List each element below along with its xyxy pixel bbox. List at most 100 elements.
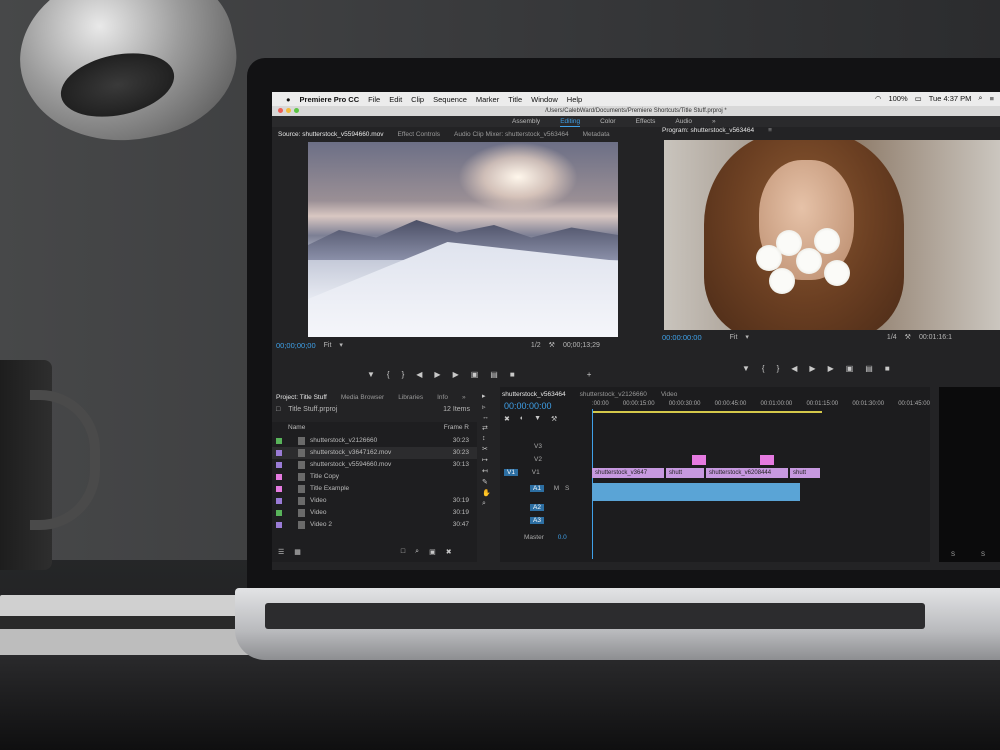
menu-file[interactable]: File: [368, 95, 380, 104]
program-timecode[interactable]: 00:00:00:00: [662, 333, 702, 342]
menu-icon[interactable]: ≡: [768, 127, 772, 134]
trash-icon[interactable]: ✖: [446, 548, 452, 556]
tab-info[interactable]: Info: [437, 394, 448, 401]
title-clip[interactable]: [692, 455, 706, 465]
column-frame-rate[interactable]: Frame R: [444, 422, 469, 434]
step-back-icon[interactable]: ◀: [416, 370, 422, 379]
tab-effect-controls[interactable]: Effect Controls: [398, 131, 441, 138]
program-resolution-select[interactable]: 1/4: [887, 334, 897, 341]
master-track[interactable]: Master 0.0: [500, 532, 614, 544]
app-menu[interactable]: Premiere Pro CC: [300, 95, 360, 104]
program-fit-select[interactable]: Fit: [730, 334, 738, 341]
chevron-down-icon[interactable]: ▾: [745, 333, 749, 341]
slide-tool-icon[interactable]: ↤: [482, 467, 491, 475]
tab-sequence-3[interactable]: Video: [661, 391, 678, 398]
mark-out-icon[interactable]: {: [762, 364, 765, 373]
solo-button[interactable]: S: [565, 485, 569, 492]
wrench-icon[interactable]: ⚒: [549, 341, 555, 349]
list-item[interactable]: Video 30:19: [272, 495, 477, 507]
export-frame-icon[interactable]: ■: [510, 370, 515, 379]
work-area-bar[interactable]: [592, 411, 822, 413]
workspace-assembly[interactable]: Assembly: [512, 116, 540, 127]
title-clip[interactable]: [760, 455, 774, 465]
menu-sequence[interactable]: Sequence: [433, 95, 467, 104]
mark-in-icon[interactable]: ▼: [367, 370, 375, 379]
track-v2[interactable]: V2: [500, 454, 624, 466]
export-frame-icon[interactable]: ■: [885, 364, 890, 373]
snap-icon[interactable]: ✖: [504, 415, 510, 423]
go-to-in-icon[interactable]: }: [402, 370, 405, 379]
tab-libraries[interactable]: Libraries: [398, 394, 423, 401]
menu-help[interactable]: Help: [567, 95, 582, 104]
menu-clip[interactable]: Clip: [411, 95, 424, 104]
mute-button[interactable]: M: [554, 485, 559, 492]
add-button-icon[interactable]: +: [587, 370, 592, 379]
meter-solo-left[interactable]: S: [951, 552, 955, 558]
apple-icon[interactable]: ●: [286, 95, 291, 104]
search-icon[interactable]: ⌕: [978, 93, 982, 103]
razor-tool-icon[interactable]: ✂: [482, 445, 491, 453]
slip-tool-icon[interactable]: ↦: [482, 456, 491, 464]
list-icon[interactable]: ≡: [990, 94, 994, 103]
step-forward-icon[interactable]: ▶: [828, 364, 834, 373]
chevron-down-icon[interactable]: ▾: [339, 341, 343, 349]
workspace-editing[interactable]: Editing: [560, 116, 581, 127]
clock[interactable]: Tue 4:37 PM: [929, 94, 972, 103]
list-item[interactable]: Video 2 30:47: [272, 519, 477, 531]
search-icon[interactable]: ⌕: [415, 548, 419, 556]
tab-source[interactable]: Source: shutterstock_v5594660.mov: [278, 131, 384, 138]
source-timecode-in[interactable]: 00;00;00;00: [276, 341, 316, 350]
list-item[interactable]: Title Copy: [272, 471, 477, 483]
step-forward-icon[interactable]: ▶: [453, 370, 459, 379]
tab-sequence-2[interactable]: shutterstock_v2126660: [580, 391, 647, 398]
icon-view-icon[interactable]: ▦: [294, 548, 301, 556]
video-clip[interactable]: shutterstock_v6208444: [706, 468, 788, 478]
list-item[interactable]: Title Example: [272, 483, 477, 495]
timeline-timecode[interactable]: 00:00:00:00: [504, 401, 552, 411]
list-item[interactable]: shutterstock_v2126660 30:23: [272, 435, 477, 447]
extract-icon[interactable]: ▤: [865, 364, 873, 373]
pen-tool-icon[interactable]: ✎: [482, 478, 491, 486]
timeline-ruler[interactable]: :00:00 00:00:15:00 00:00:30:00 00:00:45:…: [592, 401, 930, 407]
track-a3[interactable]: A3: [500, 515, 620, 527]
tab-program[interactable]: Program: shutterstock_v563464: [662, 127, 754, 134]
zoom-tool-icon[interactable]: ⌕: [482, 500, 491, 508]
source-monitor-video[interactable]: [308, 142, 618, 337]
hand-tool-icon[interactable]: ✋: [482, 489, 491, 497]
track-v3[interactable]: V3: [500, 441, 624, 453]
menu-title[interactable]: Title: [508, 95, 522, 104]
column-name[interactable]: Name: [288, 422, 305, 434]
track-select-tool-icon[interactable]: ▹: [482, 403, 491, 411]
track-a2[interactable]: A2: [500, 502, 620, 514]
add-marker-icon[interactable]: ▼: [534, 415, 541, 423]
tab-media-browser[interactable]: Media Browser: [341, 394, 384, 401]
wrench-icon[interactable]: ⚒: [905, 333, 911, 341]
rate-stretch-tool-icon[interactable]: ↕: [482, 435, 491, 442]
master-volume[interactable]: 0.0: [558, 534, 567, 541]
zoom-icon[interactable]: [294, 108, 299, 113]
tab-metadata[interactable]: Metadata: [583, 131, 610, 138]
menu-window[interactable]: Window: [531, 95, 558, 104]
step-back-icon[interactable]: ◀: [791, 364, 797, 373]
workspace-effects[interactable]: Effects: [636, 116, 656, 127]
selection-tool-icon[interactable]: ▸: [482, 392, 491, 400]
new-item-icon[interactable]: ▣: [429, 548, 436, 556]
play-icon[interactable]: ▶: [434, 370, 440, 379]
overwrite-icon[interactable]: ▤: [490, 370, 498, 379]
list-view-icon[interactable]: ☰: [278, 548, 284, 556]
audio-clip[interactable]: [592, 483, 800, 501]
play-icon[interactable]: ▶: [809, 364, 815, 373]
workspace-color[interactable]: Color: [600, 116, 616, 127]
insert-icon[interactable]: ▣: [471, 370, 479, 379]
menu-edit[interactable]: Edit: [389, 95, 402, 104]
video-clip[interactable]: shutt: [790, 468, 820, 478]
video-clip[interactable]: shutterstock_v3647: [592, 468, 664, 478]
mark-out-icon[interactable]: {: [387, 370, 390, 379]
tab-sequence-1[interactable]: shutterstock_v563464: [502, 391, 566, 398]
lift-icon[interactable]: ▣: [846, 364, 854, 373]
minimize-icon[interactable]: [286, 108, 291, 113]
source-resolution-select[interactable]: 1/2: [531, 342, 541, 349]
source-fit-select[interactable]: Fit: [324, 342, 332, 349]
wrench-icon[interactable]: ⚒: [551, 415, 557, 423]
new-bin-icon[interactable]: □: [401, 548, 405, 556]
